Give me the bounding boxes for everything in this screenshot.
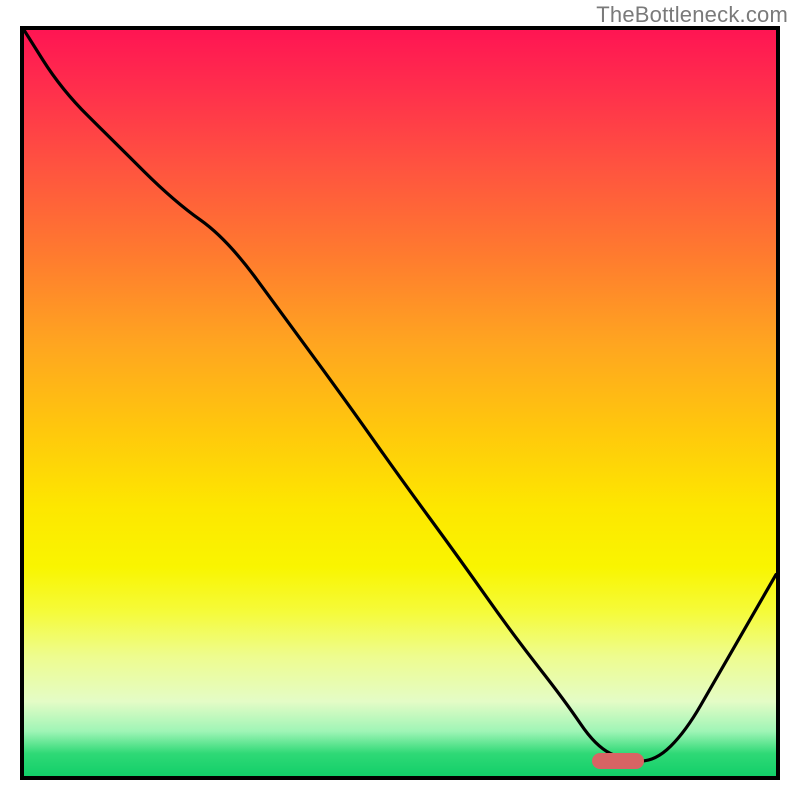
touch-marker [592, 753, 645, 769]
plot-frame [20, 26, 780, 780]
chart-container: TheBottleneck.com [0, 0, 800, 800]
watermark-label: TheBottleneck.com [596, 2, 788, 28]
plot-background-gradient [24, 30, 776, 776]
